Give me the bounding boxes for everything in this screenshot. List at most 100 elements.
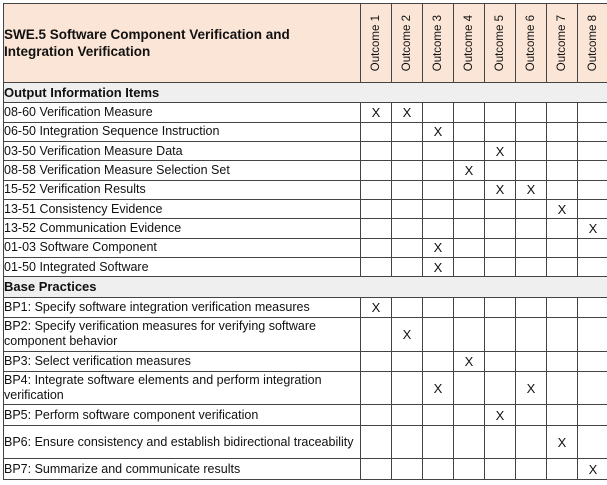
outcome-cell-2 (391, 350, 423, 372)
outcome-cell-1 (360, 256, 392, 278)
outcome-cell-8 (577, 121, 607, 143)
outcome-cell-2 (391, 458, 423, 480)
base-practice-label: BP2: Specify verification measures for v… (3, 316, 361, 352)
outcome-cell-1 (360, 237, 392, 258)
outcome-cell-8 (577, 370, 607, 406)
outcome-cell-5 (484, 121, 516, 143)
outcome-cell-4 (453, 424, 485, 460)
outcome-cell-8 (577, 198, 607, 220)
outcome-cell-8 (577, 316, 607, 352)
outcome-cell-8 (577, 237, 607, 258)
outcome-cell-3 (422, 296, 454, 318)
outcome-cell-5 (484, 296, 516, 318)
matrix-body: Output Information Items 08-60 Verificati… (3, 81, 607, 480)
outcome-cell-6 (515, 424, 547, 460)
outcome-cell-3 (422, 160, 454, 181)
outcome-cell-3 (422, 404, 454, 426)
outcome-cell-2 (391, 140, 423, 162)
outcome-cell-7 (546, 160, 578, 181)
outcome-cell-6 (515, 404, 547, 426)
outcome-cell-5 (484, 316, 516, 352)
outcome-header-5: Outcome 5 (484, 3, 516, 83)
outcome-cell-1 (360, 121, 392, 143)
output-item-label: 03-50 Verification Measure Data (3, 140, 361, 162)
outcome-cell-3 (422, 316, 454, 352)
base-practice-label: BP1: Specify software integration verifi… (3, 296, 361, 318)
outcome-cell-2 (391, 370, 423, 406)
base-practice-label: BP3: Select verification measures (3, 350, 361, 372)
outcome-cell-1 (360, 140, 392, 162)
outcome-mark-5: X (484, 404, 516, 426)
outcome-header-8: Outcome 8 (577, 3, 607, 83)
outcome-cell-8 (577, 179, 607, 200)
output-item-label: 13-51 Consistency Evidence (3, 198, 361, 220)
outcome-cell-7 (546, 140, 578, 162)
outcome-cell-1 (360, 316, 392, 352)
outcome-cell-1 (360, 218, 392, 239)
section-title: Base Practices (3, 276, 607, 298)
outcome-cell-6 (515, 140, 547, 162)
outcome-mark-3: X (422, 237, 454, 258)
outcome-cell-7 (546, 350, 578, 372)
outcome-cell-7 (546, 102, 578, 123)
outcome-label: Outcome 5 (494, 14, 506, 72)
outcome-cell-7 (546, 458, 578, 480)
outcome-cell-3 (422, 198, 454, 220)
outcome-cell-4 (453, 256, 485, 278)
outcome-cell-5 (484, 424, 516, 460)
outcome-cell-5 (484, 350, 516, 372)
outcome-label: Outcome 3 (432, 14, 444, 72)
outcome-cell-3 (422, 458, 454, 480)
outcome-cell-3 (422, 218, 454, 239)
outcome-cell-7 (546, 296, 578, 318)
outcome-mark-2: X (391, 316, 423, 352)
table-row: 01-03 Software Component X (3, 237, 607, 258)
table-row: BP7: Summarize and communicate results X (3, 458, 607, 480)
outcome-header-4: Outcome 4 (453, 3, 485, 83)
outcome-cell-2 (391, 296, 423, 318)
outcome-cell-2 (391, 121, 423, 143)
output-item-label: 13-52 Communication Evidence (3, 218, 361, 239)
section-header-row: Base Practices (3, 276, 607, 298)
outcome-cell-6 (515, 316, 547, 352)
outcome-label: Outcome 1 (370, 14, 382, 72)
outcome-cell-2 (391, 404, 423, 426)
outcome-cell-5 (484, 160, 516, 181)
outcome-header-2: Outcome 2 (391, 3, 423, 83)
table-row: 03-50 Verification Measure Data X (3, 140, 607, 162)
header-row: SWE.5 Software Component Verification an… (3, 3, 607, 83)
outcome-cell-4 (453, 218, 485, 239)
outcome-cell-8 (577, 404, 607, 426)
outcome-cell-2 (391, 424, 423, 460)
table-row: 08-58 Verification Measure Selection Set… (3, 160, 607, 181)
table-row: 13-51 Consistency Evidence X (3, 198, 607, 220)
outcome-cell-6 (515, 160, 547, 181)
outcome-cell-2 (391, 198, 423, 220)
outcome-cell-5 (484, 102, 516, 123)
table-row: BP1: Specify software integration verifi… (3, 296, 607, 318)
outcome-cell-2 (391, 237, 423, 258)
outcome-cell-8 (577, 102, 607, 123)
outcome-cell-7 (546, 256, 578, 278)
section-header-row: Output Information Items (3, 81, 607, 104)
outcome-cell-4 (453, 179, 485, 200)
outcome-mark-3: X (422, 121, 454, 143)
traceability-matrix: SWE.5 Software Component Verification an… (3, 3, 607, 480)
outcome-cell-5 (484, 198, 516, 220)
outcome-mark-4: X (453, 350, 485, 372)
outcome-mark-7: X (546, 198, 578, 220)
outcome-cell-8 (577, 424, 607, 460)
outcome-label: Outcome 6 (525, 14, 537, 72)
matrix-title: SWE.5 Software Component Verification an… (3, 3, 361, 83)
output-item-label: 08-58 Verification Measure Selection Set (3, 160, 361, 181)
outcome-cell-1 (360, 458, 392, 480)
outcome-mark-5: X (484, 140, 516, 162)
base-practice-label: BP7: Summarize and communicate results (3, 458, 361, 480)
table-row: 15-52 Verification Results X X (3, 179, 607, 200)
outcome-mark-6: X (515, 370, 547, 406)
outcome-cell-1 (360, 370, 392, 406)
outcome-cell-3 (422, 424, 454, 460)
outcome-mark-8: X (577, 458, 607, 480)
outcome-cell-4 (453, 198, 485, 220)
table-row: BP6: Ensure consistency and establish bi… (3, 424, 607, 460)
